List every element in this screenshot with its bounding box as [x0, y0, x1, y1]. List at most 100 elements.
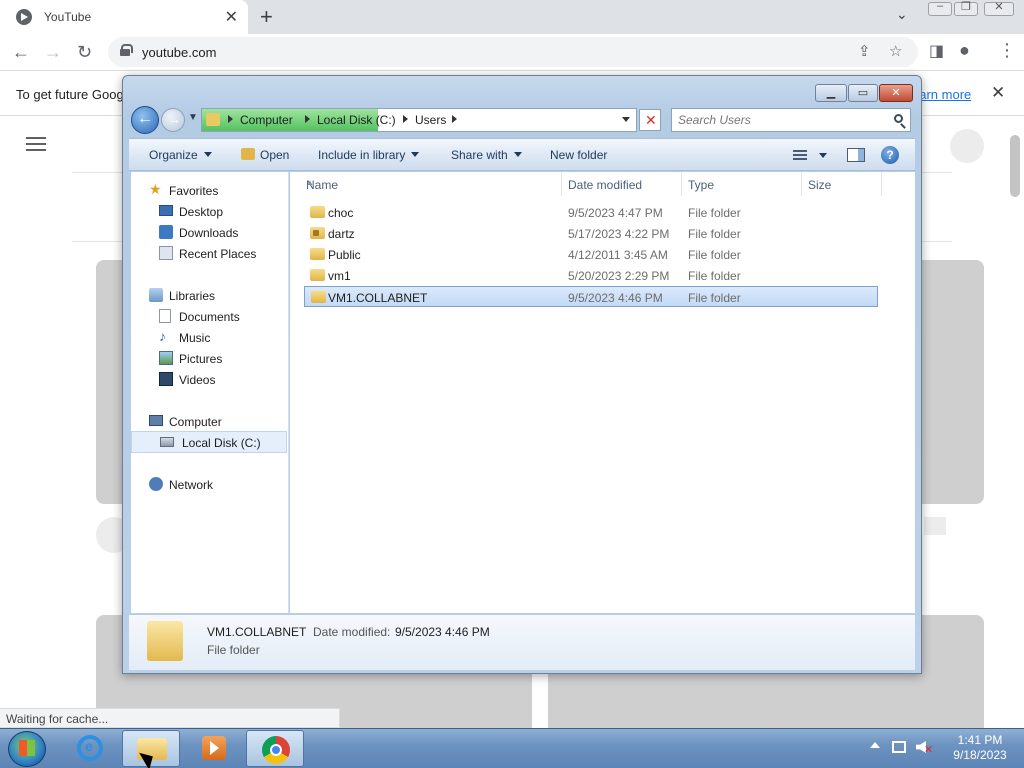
breadcrumb-separator-icon[interactable]: [228, 115, 233, 123]
side-panel-icon[interactable]: ◨: [929, 41, 944, 61]
browser-toolbar: ← → ↻ youtube.com ⇪ ☆ ◨ ● ⋮: [0, 34, 1024, 71]
stop-button[interactable]: ✕: [639, 109, 661, 131]
taskbar-media-player[interactable]: [184, 730, 242, 767]
column-header-date-modified[interactable]: Date modified: [562, 172, 682, 196]
navigation-row: ← → ▼ Computer Local Disk (C:) Users ✕: [131, 106, 915, 136]
preview-pane-icon[interactable]: [847, 148, 865, 162]
column-header-size[interactable]: Size: [802, 172, 882, 196]
profile-avatar-icon[interactable]: ●: [959, 40, 970, 61]
nav-music-label: Music: [179, 331, 211, 345]
recent-pages-dropdown-icon[interactable]: ▼: [188, 112, 198, 123]
clock[interactable]: 1:41 PM 9/18/2023: [940, 733, 1020, 763]
file-type: File folder: [688, 227, 741, 241]
network-status-icon[interactable]: [892, 741, 906, 753]
file-type: File folder: [688, 291, 741, 305]
page-scrollbar[interactable]: [1010, 135, 1020, 197]
table-row-selected[interactable]: VM1.COLLABNET 9/5/2023 4:46 PM File fold…: [304, 286, 878, 307]
minimize-button[interactable]: ▁: [815, 84, 847, 102]
browser-menu-icon[interactable]: ⋮: [998, 40, 1016, 61]
browser-minimize-button[interactable]: –: [928, 0, 952, 16]
search-box[interactable]: [671, 108, 911, 132]
view-options-dropdown-icon[interactable]: [819, 153, 827, 158]
browser-tab-youtube[interactable]: YouTube ✕: [0, 0, 248, 34]
back-button[interactable]: ←: [131, 106, 159, 134]
bookmark-star-icon[interactable]: ☆: [889, 42, 902, 60]
new-folder-button[interactable]: New folder: [550, 148, 607, 162]
file-type: File folder: [688, 269, 741, 283]
file-date: 9/5/2023 4:46 PM: [568, 291, 663, 305]
tab-search-chevron-icon[interactable]: ⌄: [896, 6, 908, 23]
file-date: 5/17/2023 4:22 PM: [568, 227, 670, 241]
forward-arrow-icon[interactable]: →: [44, 42, 62, 63]
share-with-button[interactable]: Share with: [451, 148, 522, 162]
address-dropdown-icon[interactable]: [622, 117, 630, 122]
breadcrumb-computer[interactable]: Computer: [240, 113, 293, 127]
table-row[interactable]: dartz 5/17/2023 4:22 PM File folder: [304, 223, 878, 244]
windows-logo-icon: [19, 740, 35, 756]
internet-explorer-icon: e: [77, 735, 103, 761]
breadcrumb-users[interactable]: Users: [415, 113, 446, 127]
table-row[interactable]: vm1 5/20/2023 2:29 PM File folder: [304, 265, 878, 286]
lock-icon[interactable]: [120, 44, 133, 56]
address-bar[interactable]: youtube.com ⇪ ☆: [108, 37, 918, 67]
column-header-type[interactable]: Type: [682, 172, 802, 196]
breadcrumb-separator-icon[interactable]: [452, 115, 457, 123]
column-header-name[interactable]: Name ▲: [300, 172, 562, 196]
taskbar-chrome[interactable]: [246, 730, 304, 767]
nav-desktop-label: Desktop: [179, 205, 224, 219]
folder-icon: [310, 206, 325, 218]
breadcrumb-separator-icon[interactable]: [403, 115, 408, 123]
search-icon[interactable]: [894, 114, 903, 123]
organize-button[interactable]: Organize: [149, 148, 212, 162]
folder-icon: [310, 269, 325, 281]
muted-x-icon: ✕: [924, 744, 934, 756]
file-name: Public: [328, 248, 361, 262]
nav-network-label: Network: [169, 478, 214, 492]
column-date-label: Date modified: [568, 178, 643, 192]
info-bar-close-icon[interactable]: ✕: [991, 83, 1005, 103]
chrome-icon: [262, 736, 290, 764]
breadcrumb-separator-icon[interactable]: [305, 115, 310, 123]
show-hidden-icons-icon[interactable]: [870, 742, 880, 748]
forward-button[interactable]: →: [161, 108, 185, 132]
computer-icon: [149, 415, 163, 426]
include-in-library-button[interactable]: Include in library: [318, 148, 420, 162]
browser-restore-button[interactable]: ❐: [954, 1, 978, 16]
address-bar-url: youtube.com: [142, 45, 217, 60]
folder-icon: [310, 248, 325, 260]
downloads-icon: [159, 225, 173, 239]
open-button[interactable]: Open: [260, 148, 289, 162]
forward-arrow-icon: →: [167, 111, 181, 127]
nav-local-disk[interactable]: Local Disk (C:): [131, 431, 287, 453]
browser-close-button[interactable]: ✕: [984, 1, 1014, 16]
hamburger-menu-icon[interactable]: [26, 137, 46, 155]
drive-icon: [160, 437, 174, 447]
address-bar[interactable]: Computer Local Disk (C:) Users: [201, 108, 637, 132]
details-type: File folder: [207, 643, 260, 657]
maximize-button[interactable]: ▭: [848, 84, 878, 102]
file-type: File folder: [688, 206, 741, 220]
reload-icon[interactable]: ↻: [77, 42, 92, 63]
desktop-icon: [159, 205, 173, 216]
table-row[interactable]: choc 9/5/2023 4:47 PM File folder: [304, 202, 878, 223]
tab-close-icon[interactable]: ✕: [225, 7, 238, 27]
file-name: dartz: [328, 227, 355, 241]
table-row[interactable]: Public 4/12/2011 3:45 AM File folder: [304, 244, 878, 265]
start-button[interactable]: [8, 731, 46, 767]
search-input[interactable]: [678, 112, 878, 128]
back-arrow-icon[interactable]: ←: [12, 42, 30, 63]
share-icon[interactable]: ⇪: [858, 42, 871, 60]
sort-ascending-icon: ▲: [306, 178, 314, 187]
taskbar-internet-explorer[interactable]: e: [60, 730, 118, 767]
share-with-label: Share with: [451, 148, 508, 162]
media-player-icon: [202, 736, 226, 760]
help-icon[interactable]: ?: [881, 146, 899, 164]
change-view-icon[interactable]: [793, 150, 807, 160]
details-name: VM1.COLLABNET: [207, 625, 307, 639]
back-arrow-icon: ←: [137, 110, 153, 127]
close-button[interactable]: ✕: [879, 84, 913, 102]
network-icon: [149, 477, 163, 491]
breadcrumb-local-disk[interactable]: Local Disk (C:): [317, 113, 396, 127]
new-tab-button[interactable]: +: [260, 4, 273, 30]
chevron-down-icon: [411, 152, 420, 157]
